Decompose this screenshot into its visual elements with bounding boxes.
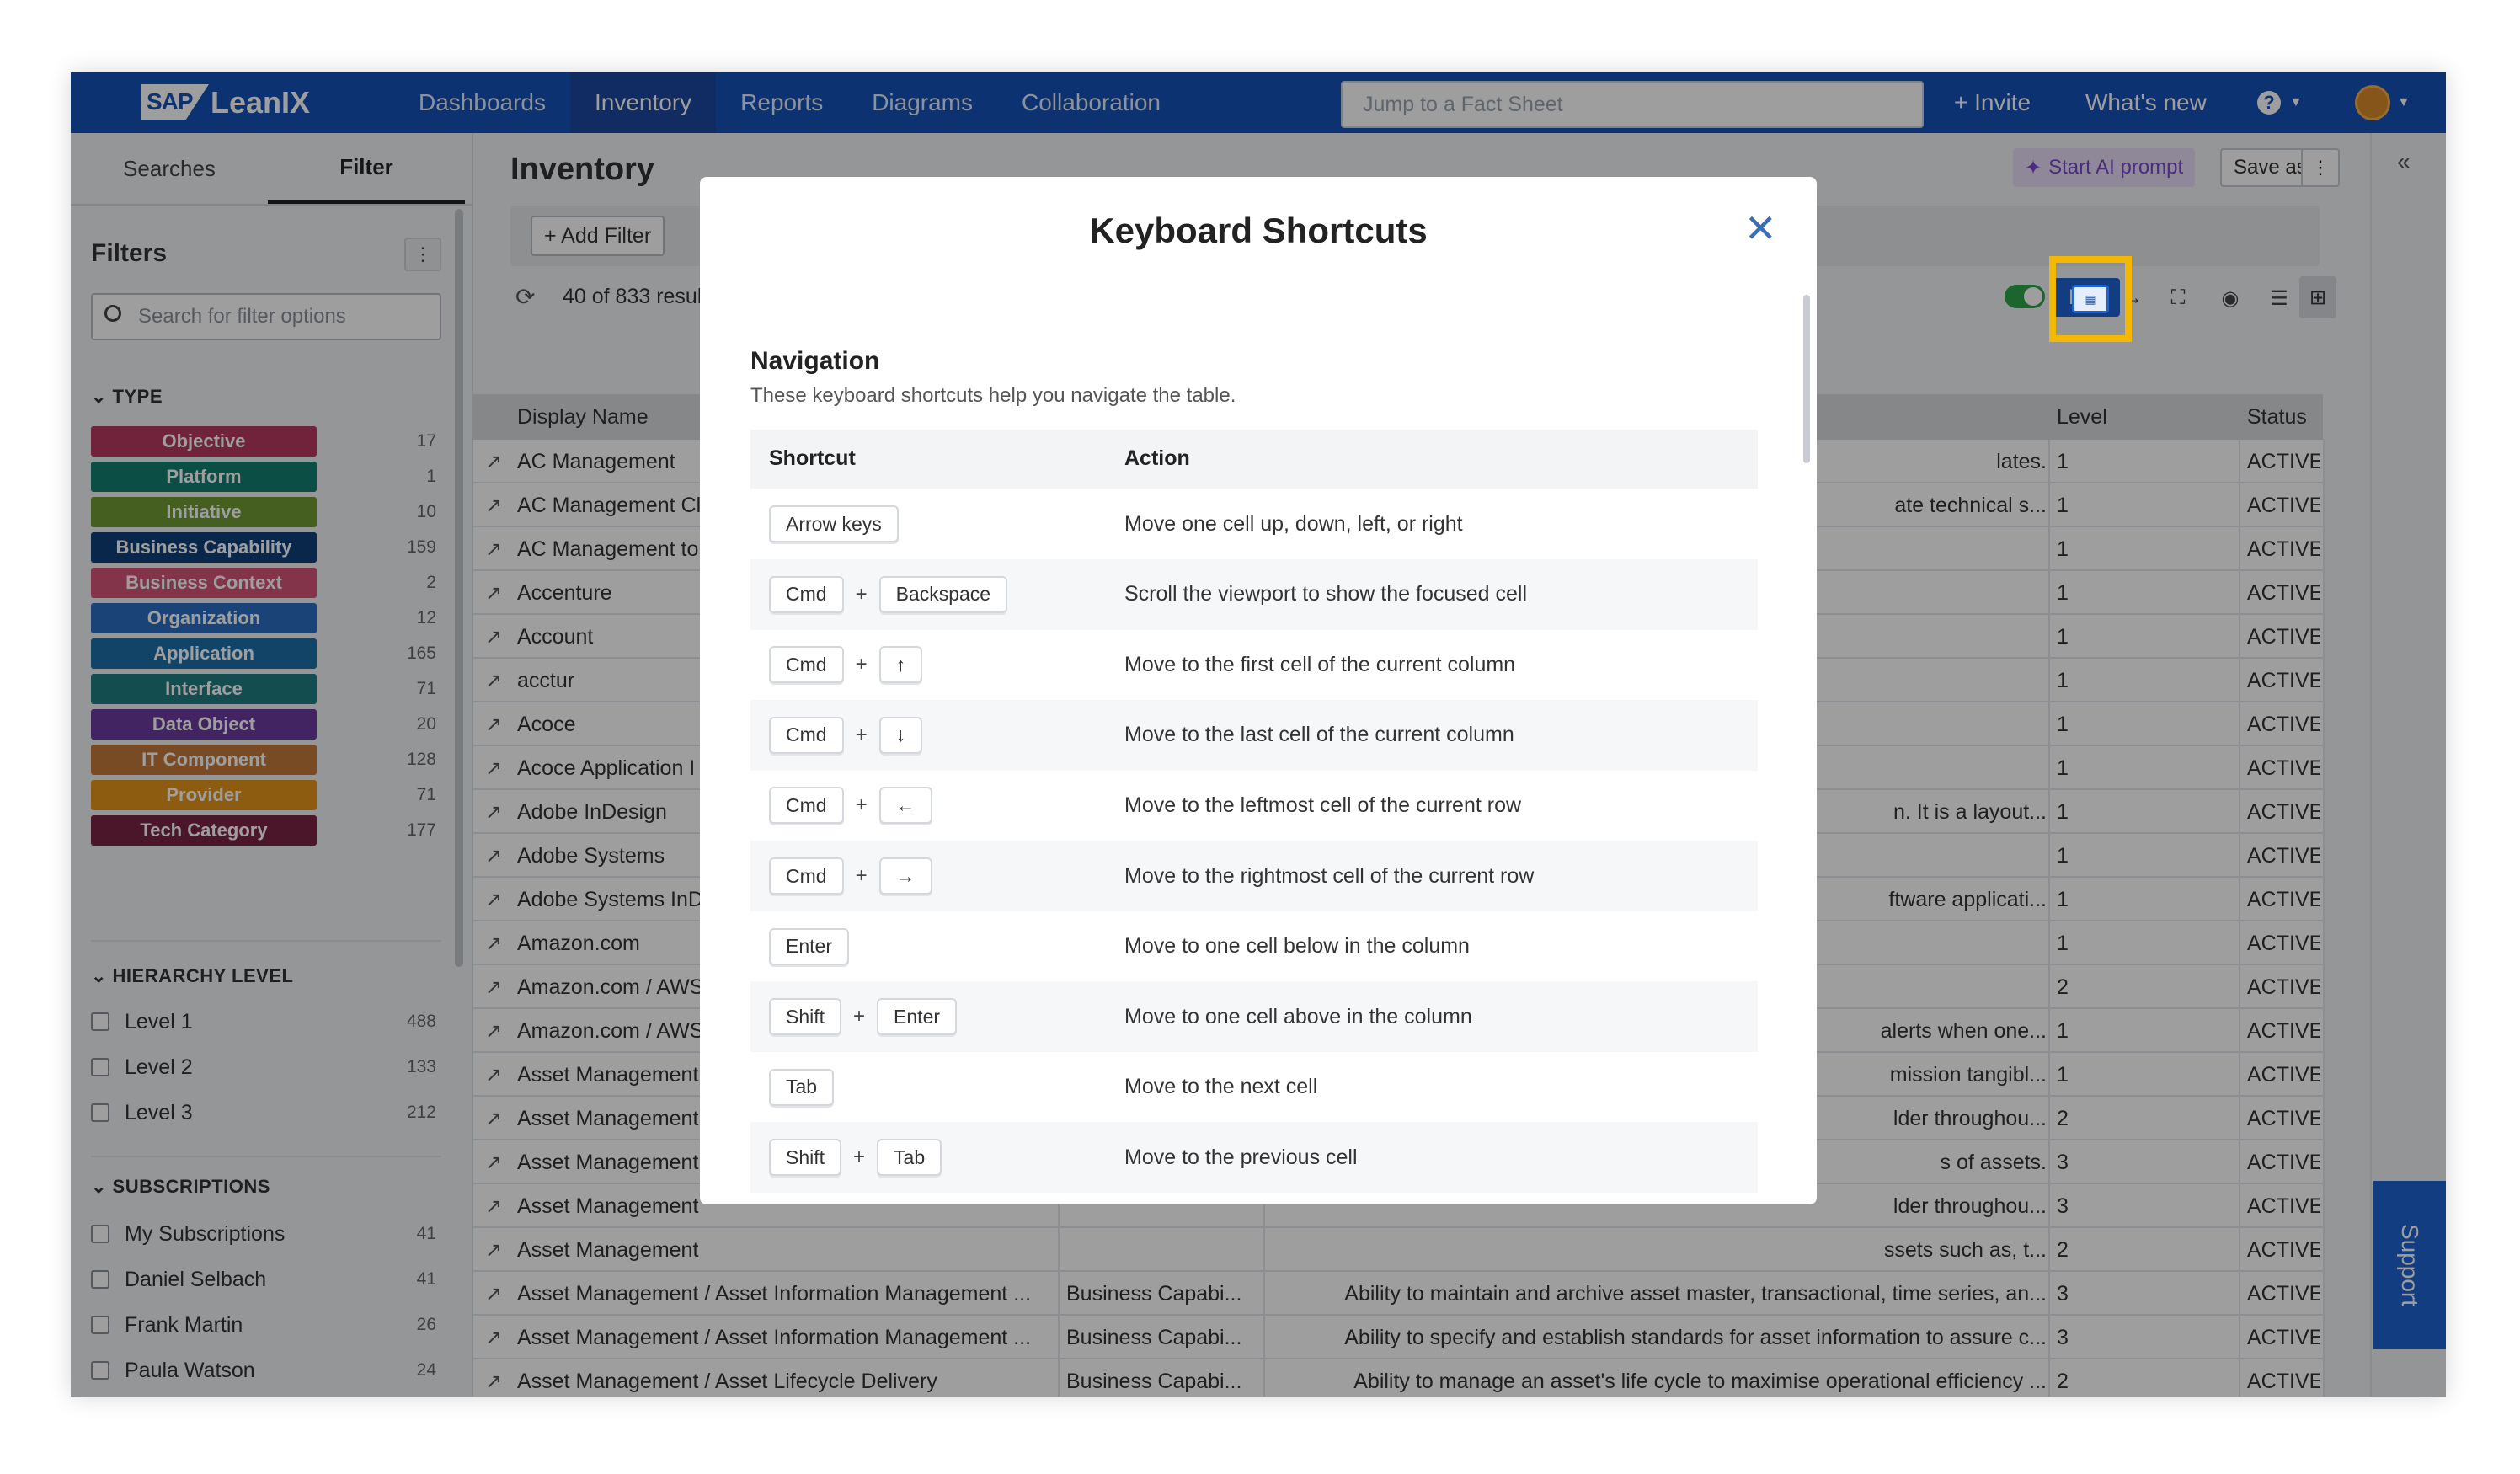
shortcut-action: Scroll the viewport to show the focused … — [1124, 582, 1528, 606]
key-cap: Cmd — [769, 857, 844, 895]
section-title: Navigation — [750, 347, 880, 375]
key-cap: Enter — [769, 927, 849, 965]
shortcut-row: Enter Move to one cell below in the colum… — [750, 911, 1758, 982]
shortcut-action: Move one cell up, down, left, or right — [1124, 511, 1463, 536]
column-action: Action — [1124, 446, 1190, 470]
shortcut-keys: Shift + Tab — [769, 1139, 942, 1177]
shortcut-action: Move to one cell above in the column — [1124, 1004, 1472, 1028]
key-cap: Arrow keys — [769, 505, 899, 542]
shortcut-action: Move to one cell below in the column — [1124, 934, 1470, 959]
key-cap: ↑ — [878, 646, 923, 684]
shortcut-row: Shift + Enter Move to one cell above in the… — [750, 981, 1758, 1053]
plus-sign: + — [853, 1005, 866, 1028]
shortcut-keys: Arrow keys — [769, 505, 899, 542]
shortcut-row: Cmd + ↓ Move to the last cell of the curren… — [750, 699, 1758, 771]
key-cap: Shift — [769, 998, 842, 1036]
key-cap: Tab — [877, 1139, 942, 1177]
dialog-title: Keyboard Shortcuts — [1089, 211, 1428, 250]
key-cap: Backspace — [878, 575, 1008, 613]
key-cap: Cmd — [769, 575, 844, 613]
shortcut-row: Cmd + → Move to the rightmost cell of the c… — [750, 841, 1758, 911]
shortcuts-table-header: Shortcut Action — [750, 430, 1758, 489]
shortcut-keys: Cmd + → — [769, 857, 932, 895]
plus-sign: + — [855, 723, 868, 746]
key-cap: Cmd — [769, 716, 844, 754]
keyboard-icon: ▦ — [2072, 285, 2109, 313]
shortcut-keys: Tab — [769, 1068, 835, 1106]
shortcut-row: Arrow keys Move one cell up, down, left, … — [750, 489, 1758, 559]
shortcut-action: Move to the next cell — [1124, 1075, 1318, 1099]
plus-sign: + — [855, 582, 868, 606]
shortcut-keys: Cmd + ↑ — [769, 646, 923, 684]
shortcut-action: Move to the first cell of the current co… — [1124, 652, 1516, 676]
key-cap: ← — [878, 787, 932, 825]
plus-sign: + — [853, 1146, 866, 1169]
shortcut-row: Tab Move to the next cell — [750, 1052, 1758, 1123]
shortcut-keys: Shift + Enter — [769, 998, 958, 1036]
column-shortcut: Shortcut — [769, 446, 856, 470]
shortcut-action: Move to the rightmost cell of the curren… — [1124, 863, 1535, 888]
key-cap: Cmd — [769, 646, 844, 684]
shortcut-keys: Enter — [769, 927, 849, 965]
shortcut-action: Move to the last cell of the current col… — [1124, 723, 1514, 747]
app-window: SAP LeanIX Dashboards Inventory Reports … — [71, 72, 2446, 1397]
dialog-scrollbar[interactable] — [1803, 295, 1810, 463]
shortcut-keys: Cmd + Backspace — [769, 575, 1008, 613]
key-cap: Enter — [877, 998, 958, 1036]
plus-sign: + — [855, 864, 868, 887]
shortcut-keys: Cmd + ↓ — [769, 716, 923, 754]
shortcut-row: Shift + Tab Move to the previous cell — [750, 1122, 1758, 1194]
shortcut-row: Cmd + Backspace Scroll the viewport to show… — [750, 558, 1758, 630]
plus-sign: + — [855, 793, 868, 817]
shortcut-action: Move to the previous cell — [1124, 1145, 1358, 1169]
shortcut-keys: Cmd + ← — [769, 787, 932, 825]
key-cap: Cmd — [769, 787, 844, 825]
plus-sign: + — [855, 653, 868, 676]
shortcut-row: Cmd + ← Move to the leftmost cell of the cu… — [750, 770, 1758, 841]
shortcut-action: Move to the leftmost cell of the current… — [1124, 793, 1522, 817]
key-cap: → — [878, 857, 932, 895]
close-icon[interactable]: ✕ — [1744, 209, 1777, 248]
shortcut-row: Cmd + ↑ Move to the first cell of the curre… — [750, 629, 1758, 700]
section-description: These keyboard shortcuts help you naviga… — [750, 384, 1236, 407]
keyboard-shortcuts-dialog: Keyboard Shortcuts ✕ Navigation These ke… — [700, 177, 1817, 1204]
key-cap: Tab — [769, 1068, 835, 1106]
key-cap: Shift — [769, 1139, 842, 1177]
keyboard-shortcuts-button[interactable]: ▦ — [2061, 270, 2120, 328]
key-cap: ↓ — [878, 716, 923, 754]
